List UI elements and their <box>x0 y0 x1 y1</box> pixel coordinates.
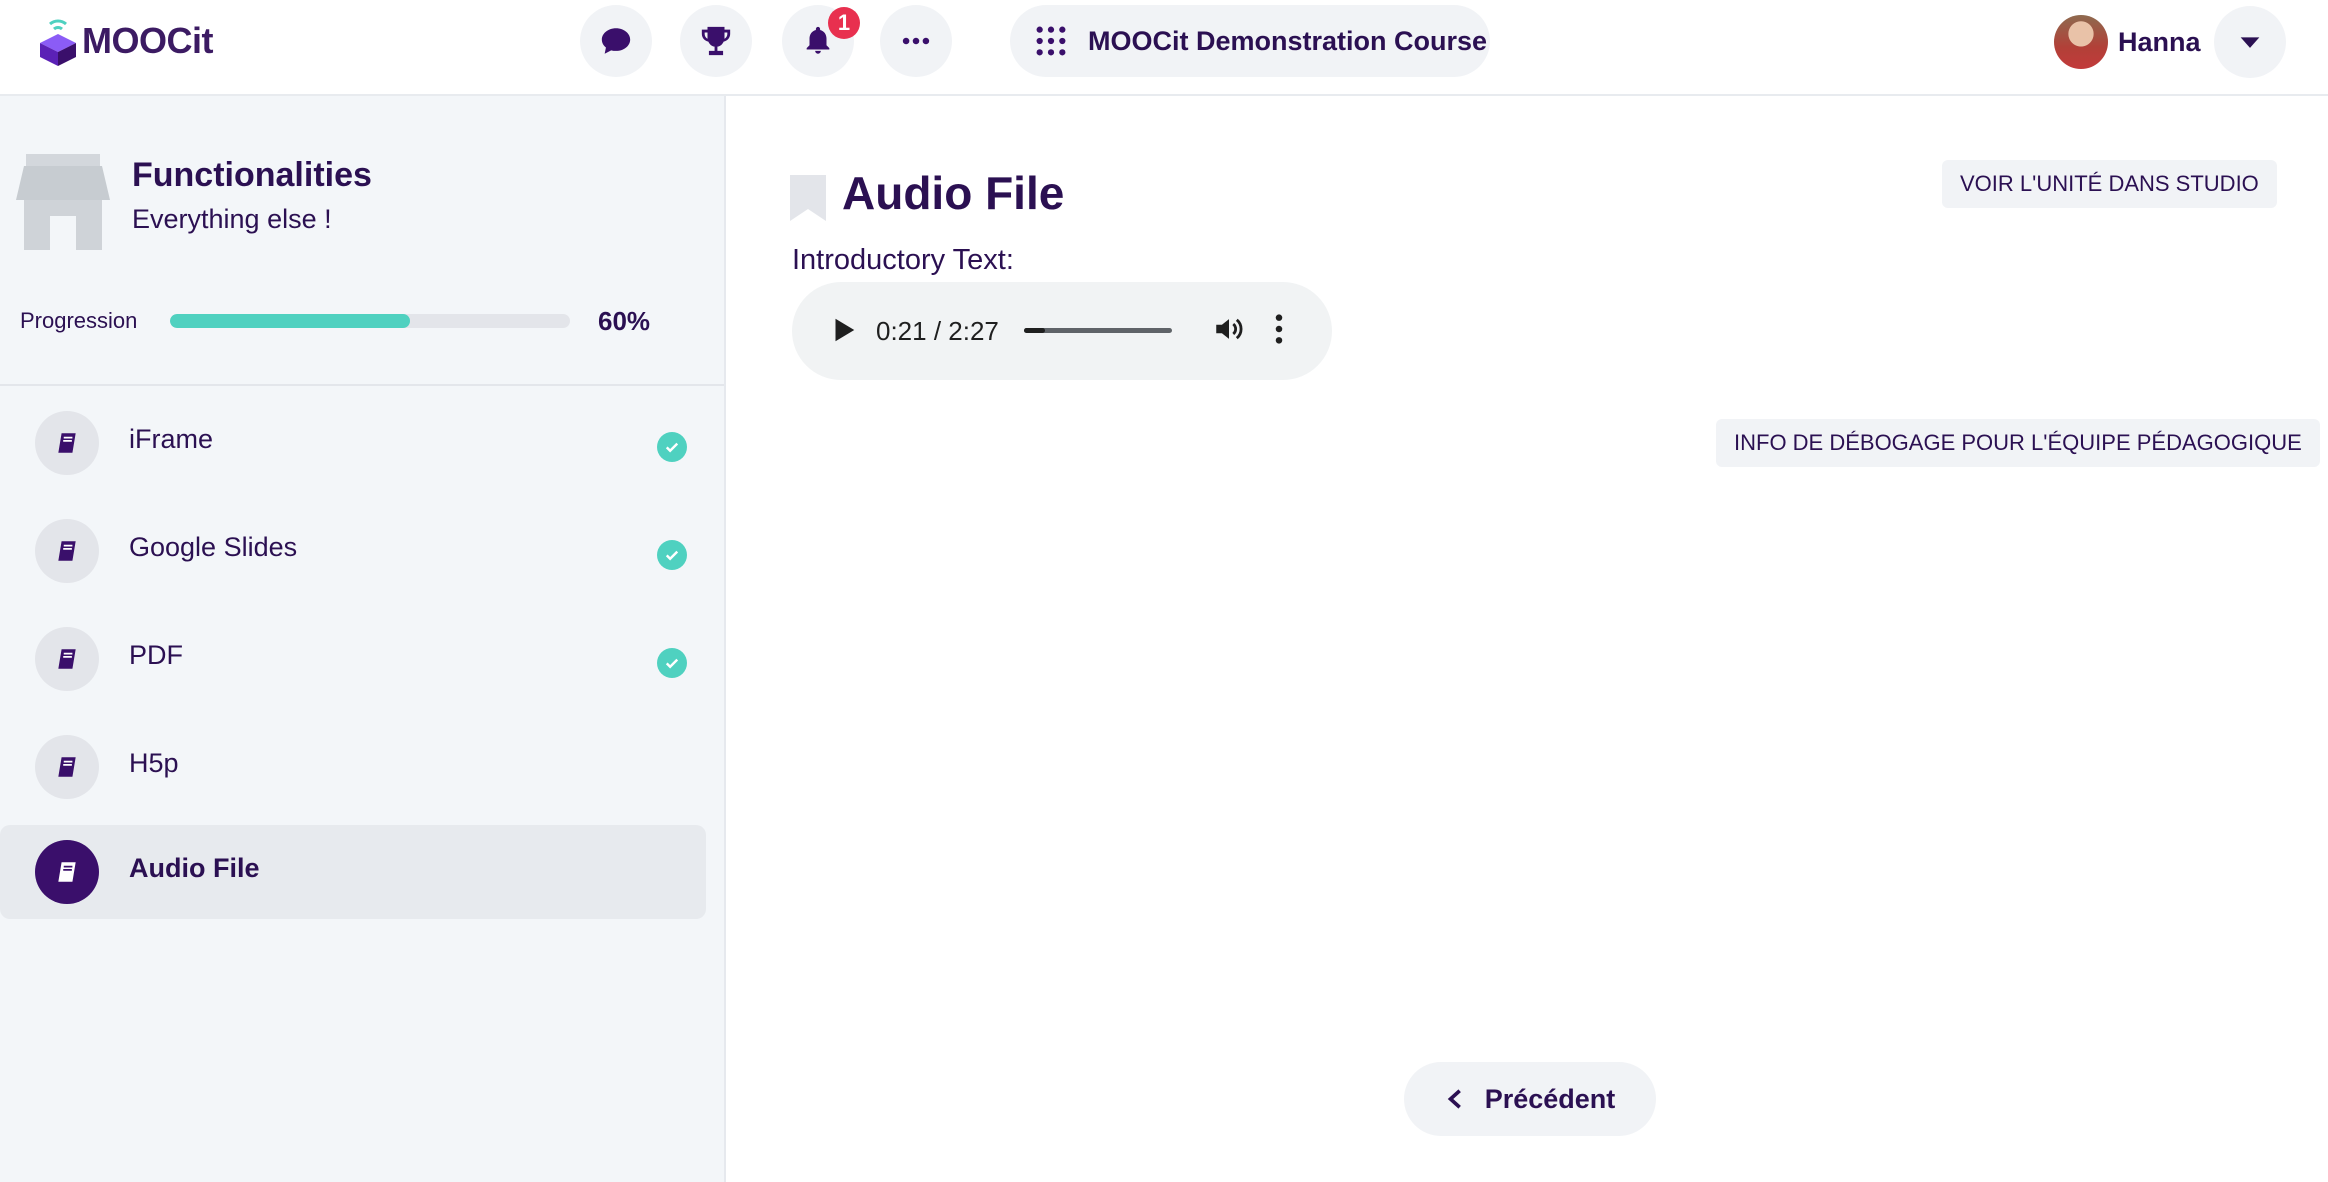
completed-check-icon <box>657 540 687 570</box>
sidebar-item-h5p[interactable]: H5p <box>0 720 706 814</box>
sidebar-item-label: H5p <box>129 748 179 778</box>
unit-header: Audio File <box>790 167 1065 221</box>
discussion-button[interactable] <box>580 5 652 77</box>
section-subtitle: Everything else ! <box>132 204 332 234</box>
play-icon[interactable] <box>828 315 858 345</box>
logo-cube-icon <box>40 19 76 66</box>
completed-check-icon <box>657 432 687 462</box>
audio-options-icon[interactable] <box>1272 312 1286 346</box>
logo-text: MOOCit <box>82 20 213 61</box>
unit-book-icon <box>35 627 99 691</box>
trophy-icon <box>701 26 731 56</box>
progress-bar-fill <box>170 314 410 328</box>
sidebar-item-pdf[interactable]: PDF <box>0 612 706 706</box>
page-title: Audio File <box>842 167 1065 219</box>
user-menu-toggle[interactable] <box>2214 6 2286 78</box>
sidebar-item-iframe[interactable]: iFrame <box>0 396 706 490</box>
chevron-left-icon <box>1447 1089 1461 1109</box>
sidebar-item-google-slides[interactable]: Google Slides <box>0 504 706 598</box>
volume-icon[interactable] <box>1212 312 1246 346</box>
unit-book-icon <box>35 840 99 904</box>
audio-player[interactable]: 0:21 / 2:27 <box>792 282 1332 380</box>
staff-debug-info-button[interactable]: INFO DE DÉBOGAGE POUR L'ÉQUIPE PÉDAGOGIQ… <box>1716 419 2320 467</box>
sidebar-item-label: PDF <box>129 640 183 670</box>
apps-grid-icon <box>1036 26 1066 56</box>
previous-button[interactable]: Précédent <box>1404 1062 1656 1136</box>
sidebar-item-label: Audio File <box>129 853 260 883</box>
moocit-logo[interactable]: MOOCit <box>36 16 213 66</box>
storefront-icon <box>16 154 110 250</box>
section-title: Functionalities <box>132 156 372 194</box>
more-icon <box>902 37 930 45</box>
progress-bar <box>170 314 570 328</box>
previous-button-label: Précédent <box>1484 1083 1616 1114</box>
unit-book-icon <box>35 411 99 475</box>
audio-time-display: 0:21 / 2:27 <box>876 316 999 346</box>
audio-seek-fill <box>1024 328 1046 333</box>
introductory-text: Introductory Text: <box>792 244 1014 276</box>
unit-book-icon <box>35 735 99 799</box>
sidebar-item-label: Google Slides <box>129 532 298 562</box>
section-header: Functionalities Everything else ! <box>16 154 716 254</box>
sidebar-divider <box>0 384 724 386</box>
course-sidebar: Functionalities Everything else ! Progre… <box>0 96 726 1182</box>
view-in-studio-button[interactable]: VOIR L'UNITÉ DANS STUDIO <box>1942 160 2277 208</box>
audio-seek-bar[interactable] <box>1024 328 1172 333</box>
notifications-button[interactable]: 1 <box>782 5 860 77</box>
progress-trophy-button[interactable] <box>680 5 752 77</box>
sidebar-item-label: iFrame <box>129 424 214 454</box>
unit-book-icon <box>35 519 99 583</box>
progress-percentage: 60% <box>598 306 651 336</box>
progress-indicator: Progression 60% <box>20 300 700 340</box>
sidebar-item-audio-file[interactable]: Audio File <box>0 825 706 919</box>
user-name: Hanna <box>2118 26 2201 57</box>
chat-icon <box>601 28 631 54</box>
top-navbar: MOOCit 1 MOOCit Demonstration Course Han… <box>0 0 2328 96</box>
notification-count-badge: 1 <box>828 7 860 39</box>
chevron-down-icon <box>2240 37 2260 48</box>
course-name: MOOCit Demonstration Course <box>1088 25 1488 56</box>
course-switcher[interactable]: MOOCit Demonstration Course <box>1010 5 1490 77</box>
more-options-button[interactable] <box>880 5 952 77</box>
user-menu[interactable]: Hanna <box>2054 14 2201 70</box>
bookmark-icon[interactable] <box>790 175 826 221</box>
completed-check-icon <box>657 648 687 678</box>
avatar <box>2054 15 2108 69</box>
progress-label: Progression <box>20 308 138 333</box>
